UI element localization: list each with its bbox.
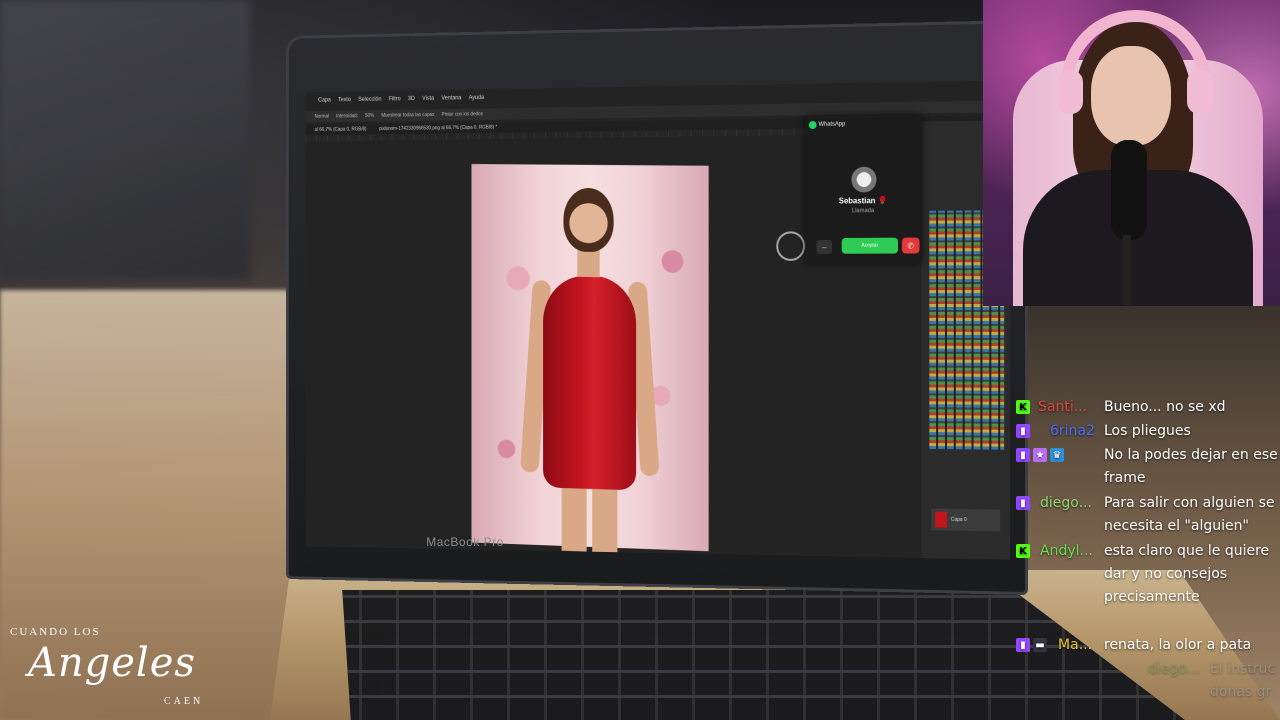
chat-text: Para salir con alguien se necesita el "a…	[1104, 495, 1275, 534]
chat-username: diego...	[1040, 495, 1092, 511]
layer-name: Capa 0	[950, 516, 967, 524]
canvas-image[interactable]	[471, 164, 709, 553]
headphone-ear-left	[1057, 70, 1083, 114]
menu-item-filtro[interactable]: Filtro	[389, 96, 401, 108]
chat-username: diego...	[1148, 661, 1200, 677]
chat-username: 6rina2	[1050, 423, 1095, 439]
figure-legs	[561, 483, 618, 553]
mic-arm	[1123, 235, 1131, 305]
chat-text: El instruc donas gr	[1210, 661, 1276, 700]
call-status: Llamada	[851, 208, 875, 215]
laptop-brand-label: MacBook Pro	[426, 535, 504, 549]
headphone-ear-right	[1187, 70, 1213, 114]
menu-item-seleccion[interactable]: Selección	[358, 97, 381, 109]
decline-call-button[interactable]: ✆	[901, 237, 920, 254]
figure-neck	[577, 247, 600, 278]
sample-all-layers-checkbox[interactable]: Muestrear todas las capas	[381, 112, 434, 119]
chat-text: No la podes dejar en ese frame	[1104, 447, 1278, 486]
chat-username: Santi...	[1038, 399, 1088, 415]
chat-username: Andyl...	[1040, 543, 1093, 559]
microphone-icon	[1111, 140, 1147, 240]
whatsapp-icon	[808, 121, 817, 129]
webcam-overlay	[983, 0, 1280, 306]
whatsapp-call-popup: WhatsApp Sebastian 🌹 Llamada – Aceptar ✆	[805, 114, 922, 264]
menu-item-ventana[interactable]: Ventana	[441, 95, 461, 107]
caller-avatar	[851, 166, 877, 193]
red-dress	[543, 275, 637, 491]
menu-item-vista[interactable]: Vista	[422, 96, 434, 108]
laptop-screen: Capa Texto Selección Filtro 3D Vista Ven…	[305, 80, 1011, 560]
laptop-lid: Capa Texto Selección Filtro 3D Vista Ven…	[286, 20, 1028, 595]
chat-username: Ma...	[1058, 637, 1093, 653]
mod-badge-icon: ▬	[1033, 638, 1047, 652]
figure-head	[563, 187, 614, 253]
kick-badge-icon: K	[1016, 544, 1030, 558]
menu-item-ayuda[interactable]: Ayuda	[469, 95, 484, 107]
logo-bottom-text: CAEN	[164, 696, 204, 707]
layer-row[interactable]: Capa 0	[931, 508, 1001, 532]
layer-thumbnail	[935, 511, 947, 528]
chat-text: Bueno... no se xd	[1104, 399, 1226, 415]
document-tab-1[interactable]: al 66,7% (Capa 0, RGB/8)	[315, 126, 367, 132]
twitch-badge-icon: ▮	[1016, 448, 1030, 462]
chat-text: esta claro que le quiere dar y no consej…	[1104, 543, 1270, 605]
star-badge-icon: ★	[1033, 448, 1047, 462]
intensity-label: Intensidad:	[336, 113, 358, 120]
chat-text: Los pliegues	[1104, 423, 1191, 439]
twitch-badge-icon: ▮	[1016, 638, 1030, 652]
kick-badge-icon: K	[1016, 400, 1030, 414]
menu-item-capa[interactable]: Capa	[318, 98, 331, 110]
whatsapp-title: WhatsApp	[818, 121, 846, 128]
menu-item-3d[interactable]: 3D	[408, 96, 415, 108]
dismiss-button[interactable]: –	[816, 240, 833, 254]
chat-panel: K Santi... Bueno... no se xd ▮ 6rina2 Lo…	[1012, 396, 1280, 720]
caller-name: Sebastian 🌹	[838, 196, 888, 206]
show-logo: CUANDO LOS Angeles CAEN	[10, 626, 220, 716]
crown-badge-icon: ♛	[1050, 448, 1064, 462]
blend-mode-select[interactable]: Normal	[315, 114, 329, 120]
menu-item-texto[interactable]: Texto	[338, 97, 351, 109]
brush-cursor-icon	[776, 231, 806, 261]
finger-paint-checkbox[interactable]: Pintar con los dedos	[442, 111, 483, 117]
twitch-badge-icon: ▮	[1016, 424, 1030, 438]
chat-text: renata, la olor a pata	[1104, 637, 1252, 653]
logo-main-text: Angeles	[28, 640, 196, 686]
document-tab-2[interactable]: pixlsnom-1742330966530.png al 66,7% (Cap…	[379, 125, 497, 132]
twitch-badge-icon: ▮	[1016, 496, 1030, 510]
logo-top-text: CUANDO LOS	[10, 626, 101, 638]
intensity-value[interactable]: 50%	[365, 113, 374, 119]
accept-call-button[interactable]: Aceptar	[841, 237, 899, 254]
blurred-window	[0, 0, 250, 280]
